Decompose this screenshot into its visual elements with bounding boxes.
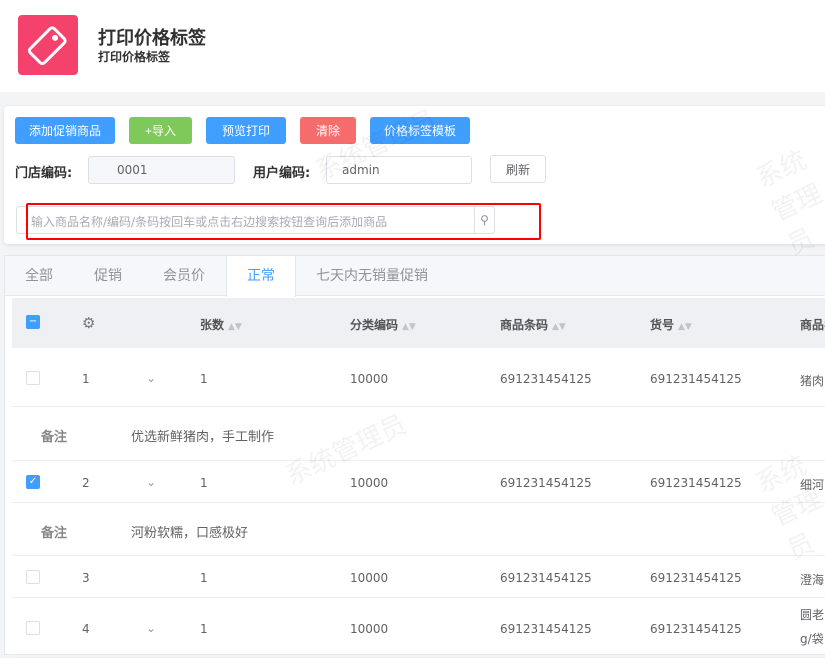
col-sku[interactable]: 货号 ▲▼ xyxy=(650,316,692,333)
page-header: 打印价格标签 打印价格标签 xyxy=(0,0,825,92)
user-code-label: 用户编码: xyxy=(253,166,311,181)
row-barcode: 691231454125 xyxy=(500,372,592,386)
col-qty-label: 张数 xyxy=(200,318,225,332)
row-barcode: 691231454125 xyxy=(500,476,592,490)
row-checkbox[interactable] xyxy=(26,570,40,584)
user-code-input[interactable]: admin xyxy=(326,156,472,184)
tab-all[interactable]: 全部 xyxy=(25,256,53,296)
table-row: ✓ 2 ⌄ 1 10000 691231454125 691231454125 … xyxy=(12,461,825,503)
tab-bar: 全部 促销 会员价 正常 七天内无销量促销 xyxy=(5,256,825,297)
row-barcode: 691231454125 xyxy=(500,622,592,636)
sort-icon[interactable]: ▲▼ xyxy=(678,322,692,332)
row-name: 澄海 xyxy=(800,573,825,587)
page-subtitle: 打印价格标签 xyxy=(98,50,171,64)
table-row: 1 ⌄ 1 10000 691231454125 691231454125 猪肉 xyxy=(12,348,825,407)
row-category: 10000 xyxy=(350,372,389,386)
remark-text: 河粉软糯，口感极好 xyxy=(131,525,249,541)
row-checkbox[interactable]: ✓ xyxy=(26,475,40,489)
tabs-panel: 全部 促销 会员价 正常 七天内无销量促销 − ⚙ 张数 ▲▼ 分类编码 ▲▼ 商品… xyxy=(4,255,825,658)
table-row: 3 1 10000 691231454125 691231454125 澄海 xyxy=(12,556,825,598)
row-barcode: 691231454125 xyxy=(500,571,592,585)
col-barcode[interactable]: 商品条码 ▲▼ xyxy=(500,316,566,333)
row-checkbox[interactable] xyxy=(26,621,40,635)
sort-icon[interactable]: ▲▼ xyxy=(228,322,242,332)
row-category: 10000 xyxy=(350,571,389,585)
remark-text: 优选新鲜猪肉，手工制作 xyxy=(131,430,275,445)
table-row: 4 ⌄ 1 10000 691231454125 691231454125 圆老… xyxy=(12,598,825,658)
tab-normal[interactable]: 正常 xyxy=(226,256,296,297)
row-qty[interactable]: 1 xyxy=(200,476,208,490)
row-sku: 691231454125 xyxy=(650,571,742,585)
row-index: 1 xyxy=(82,372,90,386)
price-tag-logo-icon xyxy=(18,15,78,75)
expand-chevron-icon[interactable]: ⌄ xyxy=(146,371,156,385)
row-name: 猪肉 xyxy=(800,374,825,388)
select-all-checkbox[interactable]: − xyxy=(26,315,40,329)
price-tag-template-button[interactable]: 价格标签模板 xyxy=(370,117,470,144)
row-name: 细河 xyxy=(800,478,825,492)
clear-button[interactable]: 清除 xyxy=(300,117,356,144)
row-name-line2: g/袋 xyxy=(800,632,824,646)
refresh-button[interactable]: 刷新 xyxy=(490,155,546,183)
row-qty[interactable]: 1 xyxy=(200,372,208,386)
sort-icon[interactable]: ▲▼ xyxy=(552,322,566,332)
row-sku: 691231454125 xyxy=(650,476,742,490)
col-category-label: 分类编码 xyxy=(350,318,399,332)
tab-promo[interactable]: 促销 xyxy=(94,256,122,296)
remark-row: 备注 优选新鲜猪肉，手工制作 xyxy=(12,407,825,461)
row-category: 10000 xyxy=(350,476,389,490)
tab-no-sales-promo[interactable]: 七天内无销量促销 xyxy=(316,256,428,296)
expand-chevron-icon[interactable]: ⌄ xyxy=(146,475,156,489)
highlight-box xyxy=(26,203,541,240)
row-sku: 691231454125 xyxy=(650,622,742,636)
row-index: 3 xyxy=(82,571,90,585)
table-header: − ⚙ 张数▲▼ 分类编码▲▼ 商品条码▲▼ 货号▲▼ 商品名 xyxy=(12,298,825,348)
row-name: 圆老 xyxy=(800,608,825,622)
col-name[interactable]: 商品名 xyxy=(800,316,825,333)
col-sku-label: 货号 xyxy=(650,318,675,332)
row-sku: 691231454125 xyxy=(650,372,742,386)
sort-icon[interactable]: ▲▼ xyxy=(402,322,416,332)
store-code-label: 门店编码: xyxy=(15,166,73,181)
remark-label: 备注 xyxy=(41,430,68,445)
tab-member-price[interactable]: 会员价 xyxy=(163,256,205,296)
preview-print-button[interactable]: 预览打印 xyxy=(206,117,286,144)
import-button[interactable]: +导入 xyxy=(129,117,192,144)
row-index: 4 xyxy=(82,622,90,636)
remark-row: 备注 河粉软糯，口感极好 xyxy=(12,503,825,556)
row-qty[interactable]: 1 xyxy=(200,571,208,585)
row-category: 10000 xyxy=(350,622,389,636)
col-barcode-label: 商品条码 xyxy=(500,318,549,332)
col-qty[interactable]: 张数 ▲▼ xyxy=(200,316,242,333)
row-qty[interactable]: 1 xyxy=(200,622,208,636)
page-title: 打印价格标签 xyxy=(98,28,206,49)
store-code-input[interactable]: 0001 xyxy=(88,156,235,184)
remark-label: 备注 xyxy=(41,525,68,541)
gear-icon[interactable]: ⚙ xyxy=(82,314,95,332)
col-category[interactable]: 分类编码 ▲▼ xyxy=(350,316,416,333)
row-checkbox[interactable] xyxy=(26,371,40,385)
add-promo-button[interactable]: 添加促销商品 xyxy=(15,117,115,144)
row-index: 2 xyxy=(82,476,90,490)
expand-chevron-icon[interactable]: ⌄ xyxy=(146,621,156,635)
